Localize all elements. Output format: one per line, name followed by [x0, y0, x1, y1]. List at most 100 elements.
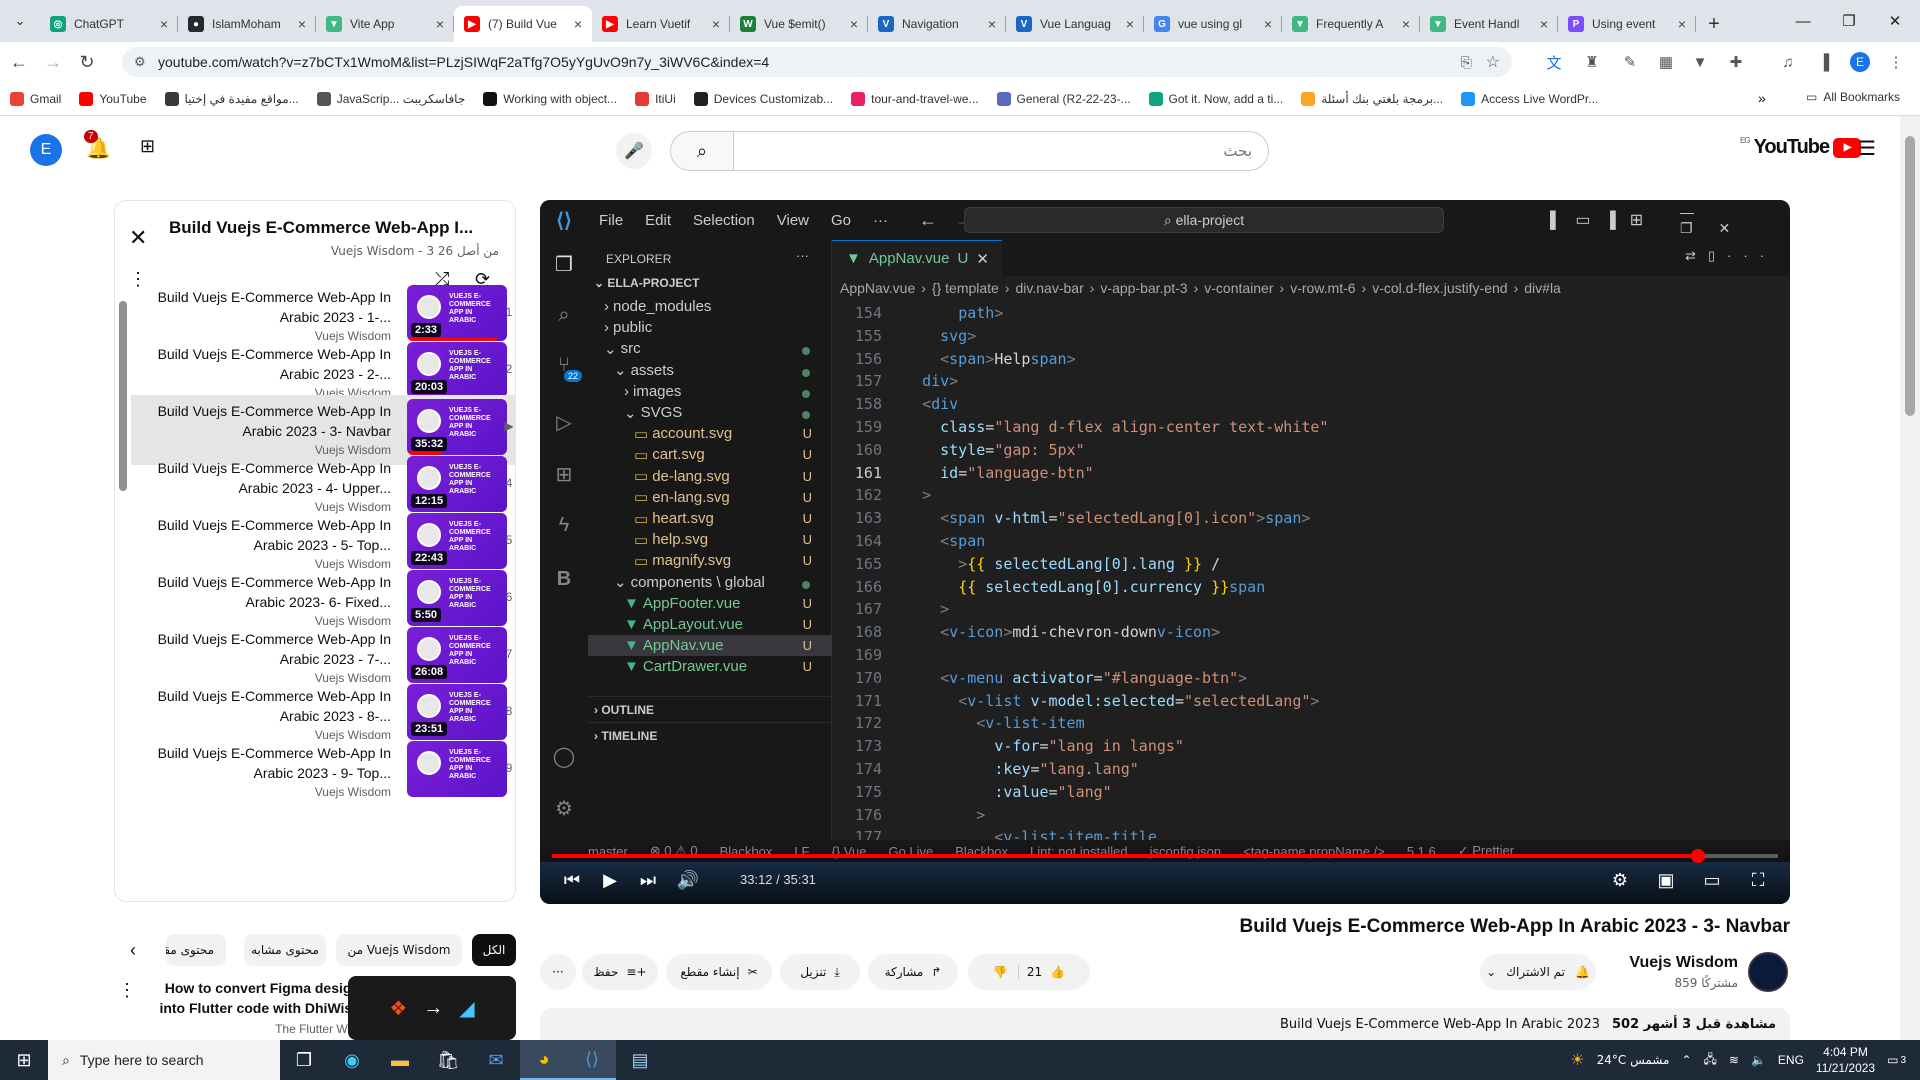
all-bookmarks[interactable]: ▭ All Bookmarks	[1806, 90, 1900, 104]
extension-icon-1[interactable]: ♜	[1582, 52, 1602, 72]
translate-icon[interactable]: 文	[1544, 52, 1564, 72]
playlist-item-thumbnail[interactable]: VUEJS E-COMMERCE APP IN ARABIC 5:50	[407, 570, 507, 626]
save-button[interactable]: حفظ ≡+	[582, 954, 658, 990]
taskbar-search[interactable]: ⌕ Type here to search	[48, 1040, 280, 1080]
tab-close-icon[interactable]: ×	[1678, 16, 1686, 32]
video-player[interactable]: ⟨⟩ FileEditSelectionViewGo··· ← → ⌕ ella…	[540, 200, 1790, 904]
browser-tab[interactable]: ● IslamMoham ×	[178, 6, 316, 42]
chrome-icon[interactable]: ◕	[520, 1040, 568, 1080]
browser-menu-icon[interactable]: ⋮	[1886, 52, 1906, 72]
browser-tab[interactable]: ▼ Event Handl ×	[1420, 6, 1558, 42]
bookmark-item[interactable]: ItiUi	[635, 91, 676, 106]
bookmark-item[interactable]: مواقع مفيدة في إختيا...	[164, 91, 299, 106]
clip-button[interactable]: إنشاء مقطع ✂	[666, 954, 772, 990]
tab-search-dropdown-icon[interactable]: ⌄	[0, 0, 40, 42]
extension-icon-4[interactable]: ▼	[1690, 52, 1710, 72]
playlist-item-thumbnail[interactable]: VUEJS E-COMMERCE APP IN ARABIC 2:33	[407, 285, 507, 341]
bookmark-item[interactable]: Access Live WordPr...	[1461, 91, 1598, 106]
tab-close-icon[interactable]: ×	[436, 16, 444, 32]
network-icon[interactable]: 🖧	[1704, 1050, 1717, 1071]
fullscreen-icon[interactable]: ⛶	[1744, 870, 1772, 891]
input-language[interactable]: ENG	[1778, 1053, 1804, 1067]
channel-name[interactable]: Vuejs Wisdom	[1600, 954, 1738, 972]
play-icon[interactable]: ▶	[596, 870, 624, 891]
close-window-button[interactable]: ✕	[1872, 0, 1918, 42]
hamburger-menu-icon[interactable]: ☰	[1858, 136, 1876, 161]
playlist-scrollbar[interactable]	[119, 301, 127, 491]
extension-icon-3[interactable]: ▦	[1656, 52, 1676, 72]
browser-tab[interactable]: P Using event ×	[1558, 6, 1696, 42]
vscode-taskbar-icon[interactable]: ⟨⟩	[568, 1040, 616, 1080]
forward-button[interactable]: →	[38, 47, 68, 77]
close-playlist-icon[interactable]: ✕	[129, 225, 147, 251]
bookmark-star-icon[interactable]: ☆	[1486, 52, 1500, 72]
channel-avatar[interactable]	[1748, 952, 1788, 992]
bookmark-item[interactable]: Working with object...	[483, 91, 617, 106]
next-icon[interactable]: ⏭	[634, 870, 662, 891]
previous-icon[interactable]: ⏮	[558, 870, 586, 891]
chip-from-channel[interactable]: من Vuejs Wisdom	[336, 934, 462, 966]
tab-close-icon[interactable]: ×	[298, 16, 306, 32]
search-button[interactable]: ⌕	[670, 131, 734, 171]
restore-button[interactable]: ❐	[1826, 0, 1872, 42]
install-app-icon[interactable]: ⎘	[1461, 54, 1472, 71]
chips-prev-icon[interactable]: ‹	[130, 940, 136, 961]
bookmark-item[interactable]: Got it. Now, add a ti...	[1148, 91, 1283, 106]
like-button[interactable]: 👎 21 👍	[968, 954, 1090, 990]
tab-close-icon[interactable]: ×	[160, 16, 168, 32]
playlist-item-thumbnail[interactable]: VUEJS E-COMMERCE APP IN ARABIC 23:51	[407, 684, 507, 740]
minimize-button[interactable]: —	[1780, 0, 1826, 42]
browser-tab[interactable]: ▶ (7) Build Vue ×	[454, 6, 592, 42]
theater-mode-icon[interactable]: ▭	[1698, 870, 1726, 891]
tab-close-icon[interactable]: ×	[1126, 16, 1134, 32]
page-scrollbar-thumb[interactable]	[1905, 136, 1915, 416]
playlist-item-thumbnail[interactable]: VUEJS E-COMMERCE APP IN ARABIC 12:15	[407, 456, 507, 512]
chip-related[interactable]: محتوى مشابه	[244, 934, 326, 966]
windows-start-icon[interactable]: ⊞	[0, 1040, 48, 1080]
new-tab-button[interactable]: +	[1696, 6, 1732, 42]
bookmarks-overflow-icon[interactable]: »	[1758, 90, 1766, 106]
bookmark-item[interactable]: برمجة بلغتي بنك أسئلة...	[1301, 91, 1443, 106]
chip-more-suggested[interactable]: محتوى مقترح	[166, 934, 226, 966]
edge-icon[interactable]: ◉	[328, 1040, 376, 1080]
description-box[interactable]: Build Vuejs E-Commerce Web-App In Arabic…	[540, 1008, 1790, 1040]
create-video-icon[interactable]: ⊞	[140, 136, 155, 157]
playlist-item-thumbnail[interactable]: VUEJS E-COMMERCE APP IN ARABIC 20:03	[407, 342, 507, 398]
share-button[interactable]: مشاركة ↱	[868, 954, 958, 990]
tab-close-icon[interactable]: ×	[850, 16, 858, 32]
recommended-more-icon[interactable]: ⋮	[118, 980, 136, 1001]
tab-close-icon[interactable]: ×	[1264, 16, 1272, 32]
speaker-icon[interactable]: 🔈	[1751, 1053, 1766, 1067]
tab-close-icon[interactable]: ×	[1402, 16, 1410, 32]
recommended-title[interactable]: How to convert Figma design into Flutter…	[140, 978, 360, 1018]
tab-close-icon[interactable]: ×	[712, 16, 720, 32]
bookmark-item[interactable]: tour-and-travel-we...	[851, 91, 979, 106]
tab-close-icon[interactable]: ×	[574, 16, 582, 32]
extensions-puzzle-icon[interactable]: ✚	[1726, 52, 1746, 72]
browser-tab[interactable]: V Vue Languag ×	[1006, 6, 1144, 42]
bookmark-item[interactable]: JavaScrip... جافاسكريبت	[316, 91, 465, 106]
tab-close-icon[interactable]: ×	[988, 16, 996, 32]
voice-search-mic-icon[interactable]: 🎤	[616, 133, 652, 169]
more-actions-button[interactable]: ···	[540, 954, 576, 990]
site-info-icon[interactable]: ⚙	[134, 54, 146, 70]
browser-tab[interactable]: Gvue using gl ×	[1144, 6, 1282, 42]
miniplayer-icon[interactable]: ▣	[1652, 870, 1680, 891]
volume-icon[interactable]: 🔊	[674, 870, 702, 891]
notepad-icon[interactable]: ▤	[616, 1040, 664, 1080]
recommended-video[interactable]: ⋮ How to convert Figma design into Flutt…	[114, 976, 516, 1040]
playlist-item-thumbnail[interactable]: VUEJS E-COMMERCE APP IN ARABIC 35:32	[407, 399, 507, 455]
wifi-icon[interactable]: ≋	[1729, 1053, 1739, 1067]
browser-tab[interactable]: V Navigation ×	[868, 6, 1006, 42]
browser-tab[interactable]: ◎ ChatGPT ×	[40, 6, 178, 42]
reload-button[interactable]: ↻	[72, 47, 102, 77]
tab-close-icon[interactable]: ×	[1540, 16, 1548, 32]
youtube-logo[interactable]: EG YouTube ▶	[1740, 136, 1862, 159]
settings-icon[interactable]: ⚙	[1606, 870, 1634, 891]
taskbar-clock[interactable]: 4:04 PM 11/21/2023	[1816, 1044, 1875, 1076]
tray-chevron-icon[interactable]: ⌃	[1681, 1053, 1691, 1067]
player-scrubber-knob[interactable]	[1691, 849, 1706, 863]
action-center-icon[interactable]: ▭	[1887, 1053, 1898, 1067]
player-progress-bar[interactable]	[552, 849, 1778, 863]
profile-avatar[interactable]: E	[1850, 52, 1870, 72]
